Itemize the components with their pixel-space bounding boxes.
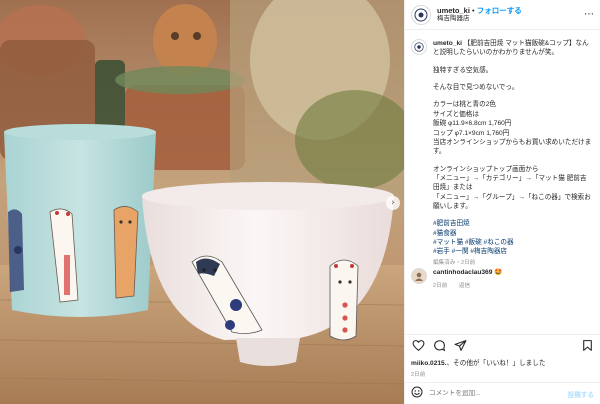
liker-username[interactable]: miiko.0215. [411, 360, 447, 367]
separator-dot: • [472, 5, 475, 15]
post-header: umeto_ki • フォローする 梅吉陶器店 ⋯ [405, 0, 600, 30]
hashtag-link[interactable]: #肥前吉田焼 [433, 219, 593, 228]
post-side-panel: umeto_ki • フォローする 梅吉陶器店 ⋯ umeto_ki 【肥前吉田… [404, 0, 600, 404]
bookmark-icon[interactable] [580, 339, 594, 353]
next-photo-button[interactable]: › [386, 196, 400, 210]
hashtag-link[interactable]: #岩手 #一関 #梅吉陶器店 [433, 247, 593, 256]
caption-instructions: オンラインショップトップ画面から 「メニュー」→「カテゴリー」→「マット猫 肥前… [433, 165, 593, 212]
caption-line: オンラインショップトップ画面から [433, 165, 539, 173]
caption-line: 「メニュー」→「グループ」→「ねこの器」で検索お願いします。 [433, 193, 591, 211]
post-photo[interactable]: › [0, 0, 404, 404]
action-bar [405, 334, 600, 356]
account-username[interactable]: umeto_ki [437, 6, 470, 15]
post-comment-button[interactable]: 投稿する [568, 389, 594, 399]
caption-avatar[interactable] [411, 39, 427, 55]
caption-line: 当店オンラインショップからもお買い求めいただけます。 [433, 138, 592, 156]
caption-username[interactable]: umeto_ki [433, 40, 462, 47]
user-avatar-icon [415, 272, 423, 281]
edited-timestamp: 編集済み・2日前 [433, 259, 476, 266]
shop-logo-icon [414, 8, 428, 21]
caption-line: カラーは桃と青の2色 [433, 101, 497, 109]
comment-icon[interactable] [432, 339, 446, 353]
caption-area: umeto_ki 【肥前吉田焼 マット猫飯碗&コップ】なんと説明したらいいのかわ… [405, 31, 600, 266]
comment-composer: 投稿する [405, 382, 600, 404]
caption-paragraph: そんな目で見つめないでっ。 [433, 84, 519, 92]
share-icon[interactable] [453, 339, 467, 353]
caption-line: 「メニュー」→「カテゴリー」→「マット猫 肥前吉田焼」または [433, 174, 587, 192]
caption-line: サイズと価格は [433, 110, 479, 118]
account-info: umeto_ki • フォローする 梅吉陶器店 [437, 5, 522, 23]
commenter-username[interactable]: cantinhodaclau369 [433, 269, 492, 276]
account-subtitle: 梅吉陶器店 [437, 15, 470, 23]
likes-summary: miiko.0215.、その他が「いいね！」しました [411, 357, 545, 367]
commenter-avatar[interactable] [411, 268, 427, 284]
post-date: 2日前 [411, 372, 426, 378]
account-avatar[interactable] [411, 4, 431, 25]
reply-button[interactable]: 返信 [459, 283, 470, 289]
hashtag-link[interactable]: #猫食器 [433, 229, 593, 238]
comment-item: cantinhodaclau369 🤩 2日前 返信 [405, 268, 600, 290]
heart-icon[interactable] [411, 339, 425, 353]
comment-text: 🤩 [494, 269, 503, 276]
follow-button[interactable]: フォローする [477, 6, 522, 15]
caption-paragraph: 独特すぎる空気感。 [433, 66, 493, 74]
comment-input[interactable] [429, 390, 568, 397]
emoji-icon[interactable] [411, 385, 423, 403]
caption-specs: カラーは桃と青の2色 サイズと価格は 飯碗 φ11.9×6.8cm 1,760円… [433, 100, 593, 156]
caption-line: コップ φ7.1×9cm 1,760円 [433, 129, 510, 137]
caption-line: 飯碗 φ11.9×6.8cm 1,760円 [433, 120, 512, 128]
photo-illustration [0, 0, 404, 404]
likes-text: 、その他が「いいね！」しました [446, 360, 546, 367]
hashtag-link[interactable]: #マット猫 #飯碗 #ねこの器 [433, 238, 593, 247]
comment-time: 2日前 [433, 282, 448, 289]
shop-logo-icon [414, 42, 424, 52]
more-dots-icon[interactable]: ⋯ [584, 9, 594, 20]
hashtag-list: #肥前吉田焼 #猫食器 #マット猫 #飯碗 #ねこの器 #岩手 #一関 #梅吉陶… [433, 219, 593, 256]
caption-text: umeto_ki 【肥前吉田焼 マット猫飯碗&コップ】なんと説明したらいいのかわ… [433, 39, 593, 266]
